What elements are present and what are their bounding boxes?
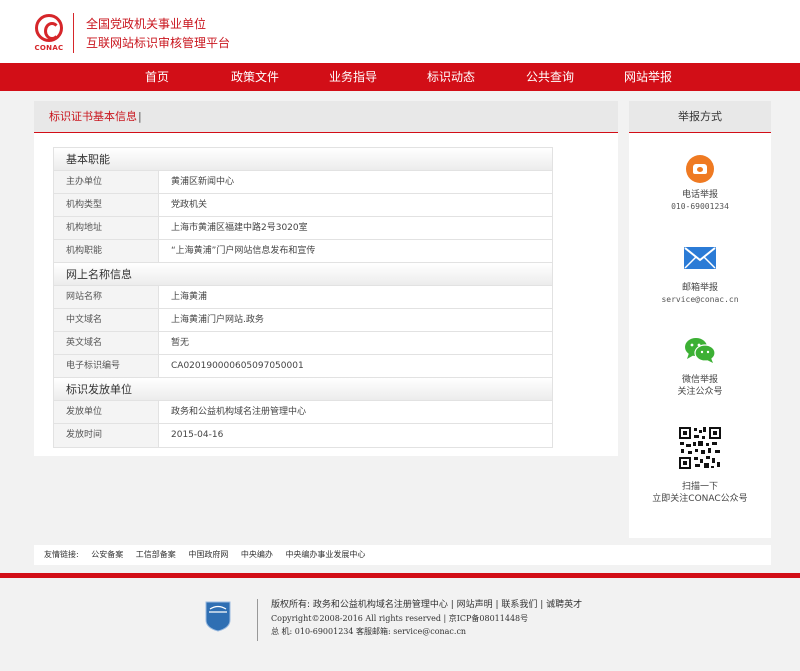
row-value: CA020190000605097050001 xyxy=(159,355,552,377)
section-header: 标识发放单位 xyxy=(54,378,552,401)
header-separator: | xyxy=(138,110,142,123)
header-divider xyxy=(73,13,74,53)
section-header: 网上名称信息 xyxy=(54,263,552,286)
link-scopsr[interactable]: 中央编办 xyxy=(241,550,273,559)
report-panel: 举报方式 电话举报 010-69001234 邮箱举报 service@cona… xyxy=(629,101,771,538)
nav-item-news[interactable]: 标识动态 xyxy=(419,63,483,91)
table-row: 英文域名 暂无 xyxy=(54,332,552,355)
nav-item-report[interactable]: 网站举报 xyxy=(616,63,680,91)
friend-links-label: 友情链接: xyxy=(44,550,79,559)
table-row: 发放时间 2015-04-16 xyxy=(54,424,552,447)
table-row: 机构类型 党政机关 xyxy=(54,194,552,217)
main-nav: 首页 政策文件 业务指导 标识动态 公共查询 网站举报 xyxy=(0,63,800,91)
nav-item-home[interactable]: 首页 xyxy=(125,63,189,91)
row-label: 发放时间 xyxy=(54,424,159,447)
table-row: 机构职能 “上海黄浦”门户网站信息发布和宣传 xyxy=(54,240,552,263)
wechat-report-label: 微信举报 xyxy=(681,375,718,385)
wechat-report[interactable]: 微信举报 关注公众号 xyxy=(629,337,771,398)
site-title: 全国党政机关事业单位 互联网站标识审核管理平台 xyxy=(86,15,230,53)
footer-copyright-line: 版权所有: 政务和公益机构域名注册管理中心 | 网站声明 | 联系我们 | 诚聘… xyxy=(271,600,583,610)
table-row: 网站名称 上海黄浦 xyxy=(54,286,552,309)
row-value: 暂无 xyxy=(159,332,552,354)
row-label: 主办单位 xyxy=(54,171,159,193)
row-label: 电子标识编号 xyxy=(54,355,159,377)
row-label: 发放单位 xyxy=(54,401,159,423)
phone-report[interactable]: 电话举报 010-69001234 xyxy=(629,155,771,213)
row-value: 上海市黄浦区福建中路2号3020室 xyxy=(159,217,552,239)
site-footer: 版权所有: 政务和公益机构域名注册管理中心 | 网站声明 | 联系我们 | 诚聘… xyxy=(0,578,800,671)
row-value: 党政机关 xyxy=(159,194,552,216)
section-header: 基本职能 xyxy=(54,148,552,171)
table-row: 电子标识编号 CA020190000605097050001 xyxy=(54,355,552,378)
public-institution-badge[interactable] xyxy=(204,600,232,632)
report-panel-title: 举报方式 xyxy=(629,101,771,133)
phone-icon xyxy=(686,155,714,183)
table-row: 中文域名 上海黄浦门户网站.政务 xyxy=(54,309,552,332)
conac-logo-icon xyxy=(35,14,63,42)
row-value: 黄浦区新闻中心 xyxy=(159,171,552,193)
table-row: 机构地址 上海市黄浦区福建中路2号3020室 xyxy=(54,217,552,240)
qr-code-icon xyxy=(678,426,722,470)
footer-contact-line: 总 机: 010-69001234 客服邮箱: service@conac.cn xyxy=(271,627,467,636)
nav-item-policy[interactable]: 政策文件 xyxy=(223,63,287,91)
site-title-line2: 互联网站标识审核管理平台 xyxy=(86,36,231,50)
row-value: “上海黄浦”门户网站信息发布和宣传 xyxy=(159,240,552,262)
logo-text: CONAC xyxy=(34,44,64,52)
row-label: 机构地址 xyxy=(54,217,159,239)
qr-sub: 立即关注CONAC公众号 xyxy=(652,494,748,504)
phone-report-label: 电话举报 xyxy=(681,190,718,200)
footer-icp-line: Copyright©2008-2016 All rights reserved … xyxy=(271,614,529,623)
row-label: 机构类型 xyxy=(54,194,159,216)
row-value: 上海黄浦门户网站.政务 xyxy=(159,309,552,331)
link-miit[interactable]: 工信部备案 xyxy=(136,550,176,559)
mail-address: service@conac.cn xyxy=(661,295,739,304)
qr-label: 扫描一下 xyxy=(681,482,718,492)
table-row: 发放单位 政务和公益机构域名注册管理中心 xyxy=(54,401,552,424)
site-title-line1: 全国党政机关事业单位 xyxy=(86,17,207,31)
row-value: 上海黄浦 xyxy=(159,286,552,308)
footer-text: 版权所有: 政务和公益机构域名注册管理中心 | 网站声明 | 联系我们 | 诚聘… xyxy=(271,599,582,638)
conac-logo[interactable]: CONAC xyxy=(33,14,65,54)
nav-item-query[interactable]: 公共查询 xyxy=(518,63,582,91)
link-scopsr-center[interactable]: 中央编办事业发展中心 xyxy=(285,550,365,559)
row-label: 网站名称 xyxy=(54,286,159,308)
mail-report[interactable]: 邮箱举报 service@conac.cn xyxy=(629,247,771,306)
nav-item-guidance[interactable]: 业务指导 xyxy=(321,63,385,91)
footer-divider xyxy=(257,599,258,641)
site-header: CONAC 全国党政机关事业单位 互联网站标识审核管理平台 xyxy=(0,0,800,63)
certificate-info-table: 基本职能 主办单位 黄浦区新闻中心 机构类型 党政机关 机构地址 上海市黄浦区福… xyxy=(53,147,553,448)
badge-icon xyxy=(205,601,231,632)
link-public-security[interactable]: 公安备案 xyxy=(91,550,123,559)
row-value: 2015-04-16 xyxy=(159,424,552,447)
wechat-icon xyxy=(685,338,716,363)
row-value: 政务和公益机构域名注册管理中心 xyxy=(159,401,552,423)
row-label: 英文域名 xyxy=(54,332,159,354)
certificate-panel-title: 标识证书基本信息 xyxy=(49,110,137,123)
table-row: 主办单位 黄浦区新闻中心 xyxy=(54,171,552,194)
certificate-panel: 标识证书基本信息 | 基本职能 主办单位 黄浦区新闻中心 机构类型 党政机关 机… xyxy=(34,101,618,456)
certificate-panel-header: 标识证书基本信息 | xyxy=(34,101,618,133)
mail-report-label: 邮箱举报 xyxy=(681,283,718,293)
row-label: 机构职能 xyxy=(54,240,159,262)
qr-block: 扫描一下 立即关注CONAC公众号 xyxy=(629,426,771,505)
link-gov-cn[interactable]: 中国政府网 xyxy=(188,550,228,559)
wechat-report-sub: 关注公众号 xyxy=(677,387,723,397)
phone-number: 010-69001234 xyxy=(671,202,729,211)
mail-icon xyxy=(684,247,716,269)
friend-links: 友情链接: 公安备案 工信部备案 中国政府网 中央编办 中央编办事业发展中心 xyxy=(34,545,771,565)
row-label: 中文域名 xyxy=(54,309,159,331)
